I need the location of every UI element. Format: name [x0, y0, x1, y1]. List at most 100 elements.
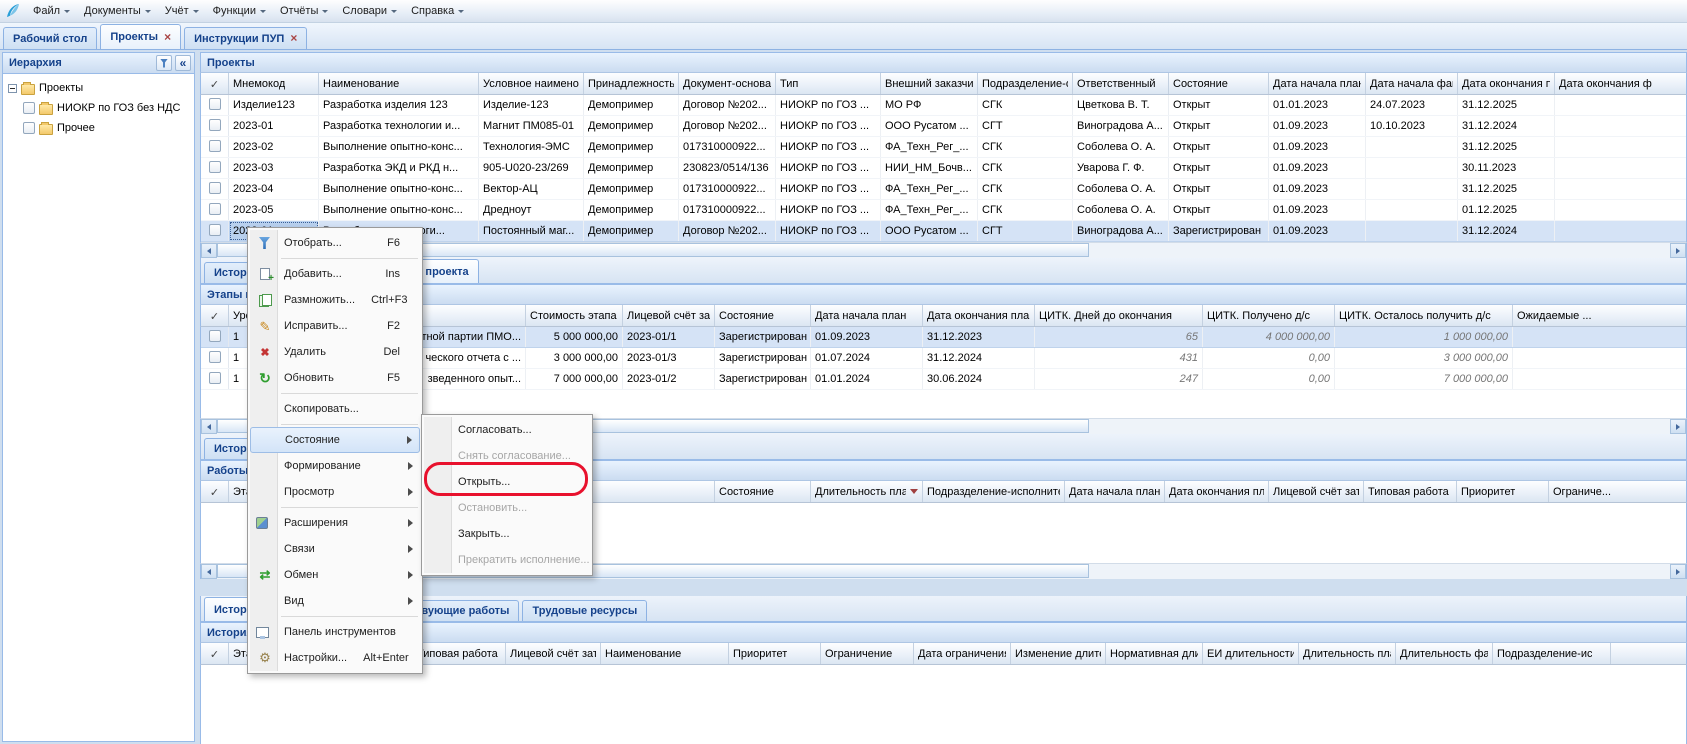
column-header[interactable]: Дата начала план: [811, 305, 923, 326]
column-header[interactable]: Условное наименова: [479, 73, 584, 94]
filter-tool-icon[interactable]: [156, 55, 172, 71]
select-column-header[interactable]: ✓: [201, 305, 229, 326]
collapse-expander-icon[interactable]: [8, 84, 17, 93]
column-header[interactable]: Дата ограничения: [914, 643, 1011, 664]
row-checkbox[interactable]: [209, 203, 221, 215]
row-checkbox[interactable]: [209, 351, 221, 363]
menubar-item-documents[interactable]: Документы: [77, 2, 158, 20]
main-tab-desktop[interactable]: Рабочий стол: [3, 27, 97, 49]
table-row[interactable]: 2023-05Выполнение опытно-конс...Дредноут…: [201, 200, 1686, 221]
column-header[interactable]: Дата окончания план: [923, 305, 1035, 326]
table-row[interactable]: 2023-04Выполнение опытно-конс...Вектор-А…: [201, 179, 1686, 200]
column-header[interactable]: Типовая работа: [1364, 481, 1457, 502]
close-tab-icon[interactable]: ×: [290, 34, 297, 43]
close-tab-icon[interactable]: ×: [164, 33, 171, 42]
menu-item-extensions[interactable]: Расширения: [250, 510, 420, 536]
column-header[interactable]: Стоимость этапа: [526, 305, 623, 326]
select-column-header[interactable]: ✓: [201, 481, 229, 502]
column-header[interactable]: Дата начала план.: [1269, 73, 1366, 94]
row-checkbox[interactable]: [209, 182, 221, 194]
history-tab-labor-resources[interactable]: Трудовые ресурсы: [522, 600, 647, 621]
column-header[interactable]: Лицевой счёт затрат: [623, 305, 715, 326]
menu-item-delete[interactable]: УдалитьDel: [250, 339, 420, 365]
column-header[interactable]: Длительность план: [811, 481, 923, 502]
menu-item-copy[interactable]: Скопировать...: [250, 396, 420, 422]
column-header[interactable]: Тип: [776, 73, 881, 94]
table-row[interactable]: 2023-03Разработка ЭКД и РКД н...905-U020…: [201, 158, 1686, 179]
column-header[interactable]: Наименование: [319, 73, 479, 94]
column-header[interactable]: Внешний заказчик: [881, 73, 978, 94]
menu-item-state[interactable]: Состояние: [250, 427, 420, 453]
column-header[interactable]: Приоритет: [729, 643, 821, 664]
column-header[interactable]: Лицевой счёт затр: [506, 643, 601, 664]
column-header[interactable]: Лицевой счёт затр: [1269, 481, 1364, 502]
column-header[interactable]: ЦИТК. Получено д/с: [1203, 305, 1335, 326]
menu-item-settings[interactable]: Настройки...Alt+Enter: [250, 645, 420, 671]
row-checkbox[interactable]: [209, 330, 221, 342]
column-header[interactable]: Подразделение-исполнитель..: [923, 481, 1065, 502]
column-header[interactable]: Типовая работа: [413, 643, 506, 664]
scroll-left-button[interactable]: [201, 243, 217, 258]
select-column-header[interactable]: ✓: [201, 73, 229, 94]
menu-item-view[interactable]: Просмотр: [250, 479, 420, 505]
menubar-item-reports[interactable]: Отчёты: [273, 2, 335, 20]
menu-item-refresh[interactable]: ОбновитьF5: [250, 365, 420, 391]
scrollbar-track[interactable]: [217, 243, 1670, 258]
column-header[interactable]: [1611, 643, 1687, 664]
menu-item-select[interactable]: Отобрать...F6: [250, 230, 420, 256]
collapse-panel-icon[interactable]: «: [175, 55, 191, 71]
column-header[interactable]: Состояние: [1169, 73, 1269, 94]
column-header[interactable]: ЦИТК. Дней до окончания: [1035, 305, 1203, 326]
menu-item-exchange[interactable]: Обмен: [250, 562, 420, 588]
table-row[interactable]: 1зведенного опыт...7 000 000,002023-01/2…: [201, 369, 1686, 390]
table-row[interactable]: Изделие123Разработка изделия 123Изделие-…: [201, 95, 1686, 116]
scroll-right-button[interactable]: [1670, 243, 1686, 258]
projects-hscrollbar[interactable]: [200, 242, 1687, 258]
submenu-item-close[interactable]: Закрыть...: [424, 521, 590, 547]
scroll-left-button[interactable]: [201, 419, 217, 434]
menubar-item-help[interactable]: Справка: [404, 2, 471, 20]
column-header[interactable]: Мнемокод: [229, 73, 319, 94]
submenu-item-open[interactable]: Открыть...: [424, 469, 590, 495]
column-header[interactable]: Дата окончания план: [1165, 481, 1269, 502]
table-row[interactable]: 2023-01Разработка технологии и...Магнит …: [201, 116, 1686, 137]
column-header[interactable]: Дата начала факт: [1366, 73, 1458, 94]
column-header[interactable]: Подразделение-ис: [1493, 643, 1611, 664]
menu-item-edit[interactable]: Исправить...F2: [250, 313, 420, 339]
column-header[interactable]: Дата окончания ф: [1555, 73, 1687, 94]
row-checkbox[interactable]: [209, 119, 221, 131]
column-header[interactable]: Дата окончания пл: [1458, 73, 1555, 94]
column-header[interactable]: Изменение длите: [1011, 643, 1106, 664]
table-row[interactable]: 1ческого отчета с ...3 000 000,002023-01…: [201, 348, 1686, 369]
scroll-right-button[interactable]: [1670, 419, 1686, 434]
tree-node[interactable]: Проекты: [3, 78, 194, 98]
column-header[interactable]: Ограничение: [821, 643, 914, 664]
column-header[interactable]: Ограниче...: [1549, 481, 1687, 502]
row-checkbox[interactable]: [209, 140, 221, 152]
column-header[interactable]: Длительность пла: [1299, 643, 1396, 664]
scroll-left-button[interactable]: [201, 564, 217, 579]
menu-item-toolbar[interactable]: Панель инструментов: [250, 619, 420, 645]
column-header[interactable]: Состояние: [715, 305, 811, 326]
column-header[interactable]: Длительность фак: [1396, 643, 1493, 664]
table-row[interactable]: 1тной партии ПМО...5 000 000,002023-01/1…: [201, 327, 1686, 348]
column-header[interactable]: Документ-основан: [679, 73, 776, 94]
column-header[interactable]: Нормативная длит: [1106, 643, 1203, 664]
row-checkbox[interactable]: [209, 98, 221, 110]
tree-node[interactable]: НИОКР по ГОЗ без НДС: [3, 98, 194, 118]
menubar-item-accounting[interactable]: Учёт: [158, 2, 206, 20]
select-column-header[interactable]: ✓: [201, 643, 229, 664]
menu-item-links[interactable]: Связи: [250, 536, 420, 562]
row-checkbox[interactable]: [209, 224, 221, 236]
menubar-item-dictionaries[interactable]: Словари: [335, 2, 404, 20]
row-checkbox[interactable]: [209, 372, 221, 384]
menu-item-duplicate[interactable]: Размножить...Ctrl+F3: [250, 287, 420, 313]
menu-item-formation[interactable]: Формирование: [250, 453, 420, 479]
table-row[interactable]: 2023-01метРазработка технологи...Постоян…: [201, 221, 1686, 242]
tree-checkbox[interactable]: [23, 102, 35, 114]
column-header[interactable]: Ожидаемые ...: [1513, 305, 1687, 326]
menu-item-appearance[interactable]: Вид: [250, 588, 420, 614]
main-tab-pup-instructions[interactable]: Инструкции ПУП×: [184, 27, 307, 49]
column-header[interactable]: Ответственный: [1073, 73, 1169, 94]
menubar-item-file[interactable]: Файл: [26, 2, 77, 20]
